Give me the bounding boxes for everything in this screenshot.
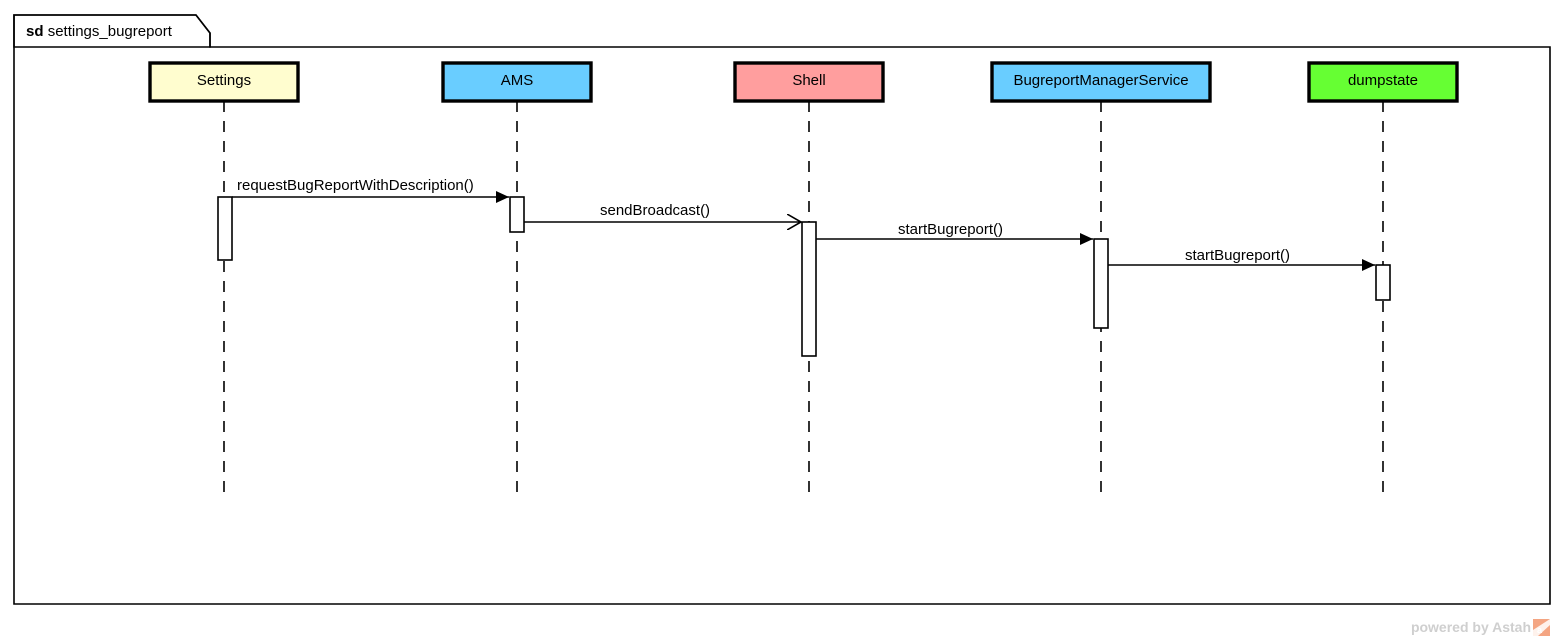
- lifeline-box-ams[interactable]: [441, 61, 593, 103]
- lifeline-box-dumpstate[interactable]: [1307, 61, 1459, 103]
- sequence-frame: [13, 14, 1551, 605]
- sequence-diagram-canvas: sd settings_bugreport Settings AMS Shell…: [0, 0, 1562, 641]
- activation-bar-dumpstate[interactable]: [1375, 264, 1391, 301]
- activation-bars: [217, 196, 1391, 357]
- diagram-svg: [13, 14, 1551, 605]
- activation-bar-shell[interactable]: [801, 221, 817, 357]
- watermark: powered by Astah a: [1410, 618, 1550, 636]
- activation-bar-settings[interactable]: [217, 196, 233, 261]
- lifeline-box-settings[interactable]: [148, 61, 300, 103]
- astah-logo-icon: a: [1533, 619, 1550, 636]
- lifeline-box-bugreportmanagerservice[interactable]: [990, 61, 1212, 103]
- lifeline-box-shell[interactable]: [733, 61, 885, 103]
- lifeline-boxes: [148, 61, 1459, 103]
- watermark-text: powered by Astah: [1410, 618, 1531, 635]
- activation-bar-ams[interactable]: [509, 196, 525, 233]
- activation-bar-bugreportmanagerservice[interactable]: [1093, 238, 1109, 329]
